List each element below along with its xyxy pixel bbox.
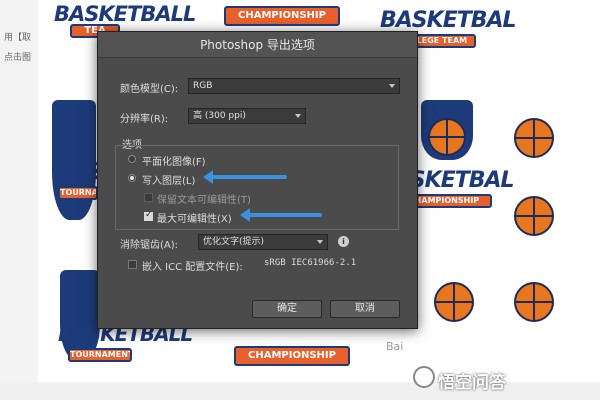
left-document-page: 用【取 点击图 xyxy=(0,0,38,400)
antialias-label: 消除锯齿(A): xyxy=(120,240,179,251)
basketball-icon xyxy=(514,118,554,158)
dialog-title: Photoshop 导出选项 xyxy=(98,32,417,58)
badge-ribbon: CHAMPIONSHIP xyxy=(234,346,350,366)
basketball-icon xyxy=(434,282,474,322)
left-text-line-2: 点击图 xyxy=(4,53,32,63)
site-watermark: Bai xyxy=(386,340,404,353)
max-edit-label: 最大可编辑性(X) xyxy=(157,214,232,225)
color-model-label: 颜色模型(C): xyxy=(120,84,179,95)
basketball-icon xyxy=(514,196,554,236)
resolution-label: 分辨率(R): xyxy=(120,114,169,125)
antialias-value: 优化文字(提示) xyxy=(203,237,265,247)
flat-image-label: 平面化图像(F) xyxy=(142,157,206,168)
chevron-down-icon xyxy=(317,240,323,244)
embed-icc-checkbox[interactable] xyxy=(128,260,137,269)
badge-title: BASKETBAL xyxy=(380,8,517,33)
color-model-value: RGB xyxy=(193,81,213,91)
left-text-line-1: 用【取 xyxy=(4,33,32,43)
flat-image-radio[interactable] xyxy=(128,155,136,163)
wukong-logo-icon xyxy=(413,366,435,388)
info-icon[interactable]: i xyxy=(338,236,349,247)
badge-shield xyxy=(60,270,100,360)
resolution-select[interactable]: 高 (300 ppi) xyxy=(188,108,306,124)
badge-ribbon: CHAMPIONSHIP xyxy=(224,6,340,26)
color-model-select[interactable]: RGB xyxy=(188,78,400,94)
arrow-pointer-icon xyxy=(240,208,322,222)
cancel-button[interactable]: 取消 xyxy=(330,300,400,318)
resolution-value: 高 (300 ppi) xyxy=(193,111,246,121)
badge-ribbon: TOURNAMENT xyxy=(58,186,98,200)
preserve-text-label: 保留文本可编辑性(T) xyxy=(157,195,251,206)
preserve-text-checkbox[interactable] xyxy=(144,193,153,202)
badge-ribbon: TOURNAMENT xyxy=(68,348,132,362)
icc-label: 嵌入 ICC 配置文件(E): xyxy=(142,262,243,273)
badge-title: BASKETBALL xyxy=(54,2,196,26)
ok-button[interactable]: 确定 xyxy=(252,300,322,318)
basketball-icon xyxy=(428,118,466,156)
left-document-strip: 用【取 点击图 xyxy=(0,0,38,400)
write-layers-label: 写入图层(L) xyxy=(142,176,196,187)
wukong-watermark: 悟空问答 xyxy=(438,373,506,393)
antialias-select[interactable]: 优化文字(提示) xyxy=(198,234,328,250)
basketball-icon xyxy=(514,282,554,322)
write-layers-radio[interactable] xyxy=(128,174,136,182)
chevron-down-icon xyxy=(295,114,301,118)
arrow-pointer-icon xyxy=(203,170,287,184)
max-edit-checkbox[interactable] xyxy=(144,210,153,221)
chevron-down-icon xyxy=(389,84,395,88)
bottom-bar xyxy=(0,382,600,400)
icc-profile-value: sRGB IEC61966-2.1 xyxy=(264,258,357,268)
